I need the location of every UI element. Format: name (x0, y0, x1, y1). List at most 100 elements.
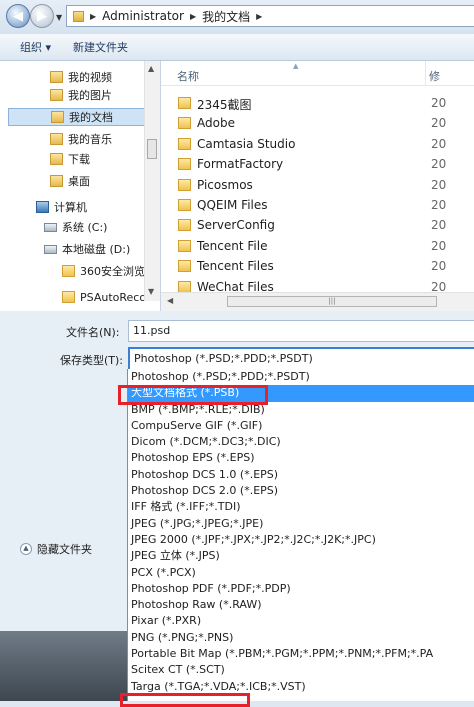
hide-folders-toggle[interactable]: ▲ 隐藏文件夹 (20, 541, 92, 557)
folder-icon (178, 178, 191, 191)
nav-item[interactable]: 我的音乐 (50, 130, 112, 148)
file-name: Tencent Files (197, 259, 274, 274)
scroll-thumb[interactable]: ||| (227, 296, 437, 307)
forward-button[interactable]: ▶ (30, 4, 54, 28)
nav-item[interactable]: PSAutoReco (62, 288, 146, 306)
save-type-option[interactable]: Scitex CT (*.SCT) (128, 662, 474, 678)
nav-item-label: 系统 (C:) (62, 221, 108, 234)
save-type-option[interactable]: PCX (*.PCX) (128, 565, 474, 581)
save-type-option[interactable]: Pixar (*.PXR) (128, 613, 474, 629)
column-modified[interactable]: 修 (429, 68, 440, 84)
save-type-option[interactable]: Photoshop DCS 1.0 (*.EPS) (128, 467, 474, 483)
nav-item[interactable]: 计算机 (36, 198, 87, 216)
folder-icon (178, 280, 191, 293)
folder-icon (178, 219, 191, 232)
highlight-box (120, 693, 250, 707)
new-folder-button[interactable]: 新建文件夹 (73, 39, 128, 55)
save-type-option[interactable]: JPEG 2000 (*.JPF;*.JPX;*.JP2;*.J2C;*.J2K… (128, 532, 474, 548)
save-type-option[interactable]: Photoshop DCS 2.0 (*.EPS) (128, 483, 474, 499)
save-type-dropdown[interactable]: Photoshop (*.PSD;*.PDD;*.PSDT) 大型文档格式 (*.… (127, 369, 474, 701)
nav-item-label: PSAutoReco (80, 290, 147, 304)
folder-icon (178, 239, 191, 252)
save-type-option[interactable]: Photoshop PDF (*.PDF;*.PDP) (128, 581, 474, 597)
save-type-option[interactable]: Photoshop Raw (*.RAW) (128, 597, 474, 613)
nav-item[interactable]: 下载 (50, 150, 90, 168)
nav-item[interactable]: 我的视频 (50, 68, 112, 86)
computer-icon (36, 201, 49, 213)
column-divider[interactable] (425, 61, 426, 85)
save-type-option[interactable]: JPEG 立体 (*.JPS) (128, 548, 474, 564)
save-type-option[interactable]: CompuServe GIF (*.GIF) (128, 418, 474, 434)
file-row[interactable]: Adobe 20 (161, 113, 474, 133)
column-name[interactable]: 名称 (177, 68, 199, 84)
save-type-option[interactable]: PNG (*.PNG;*.PNS) (128, 630, 474, 646)
file-row[interactable]: QQEIM Files 20 (161, 195, 474, 215)
file-row[interactable]: Camtasia Studio 20 (161, 134, 474, 154)
file-date: 20 (431, 238, 447, 253)
folder-icon (178, 260, 191, 273)
collapse-icon: ▲ (20, 543, 32, 555)
library-icon (50, 71, 63, 83)
nav-item[interactable]: 我的图片 (50, 86, 112, 104)
breadcrumb-item[interactable]: 我的文档 (202, 8, 250, 25)
file-date: 20 (431, 177, 447, 192)
address-bar: ◀ ▶ ▼ ▶ Administrator ▶ 我的文档 ▶ (0, 0, 474, 34)
file-row[interactable]: Picosmos 20 (161, 175, 474, 195)
back-button[interactable]: ◀ (6, 4, 30, 28)
file-hscrollbar[interactable]: ◀ ||| (161, 292, 474, 311)
file-date: 20 (431, 136, 447, 151)
organize-button[interactable]: 组织 ▾ (20, 39, 51, 55)
hide-folders-label: 隐藏文件夹 (37, 543, 92, 556)
folder-icon (62, 265, 75, 277)
nav-item[interactable]: 360安全浏览 (62, 262, 145, 280)
save-type-select[interactable]: Photoshop (*.PSD;*.PDD;*.PSDT) (128, 347, 474, 371)
save-type-option[interactable]: Photoshop (*.PSD;*.PDD;*.PSDT) (128, 369, 474, 385)
scroll-up-icon[interactable]: ▲ (148, 64, 154, 73)
file-date: 20 (431, 218, 447, 233)
file-row[interactable]: Tencent Files 20 (161, 256, 474, 276)
breadcrumb-item[interactable]: Administrator (102, 9, 184, 23)
nav-item-label: 我的音乐 (68, 133, 112, 146)
breadcrumb[interactable]: ▶ Administrator ▶ 我的文档 ▶ (66, 5, 474, 27)
save-type-option[interactable]: IFF 格式 (*.IFF;*.TDI) (128, 499, 474, 515)
library-icon (51, 111, 64, 123)
file-date: 20 (431, 198, 447, 212)
file-name: Tencent File (197, 238, 268, 253)
save-type-option[interactable]: Portable Bit Map (*.PBM;*.PGM;*.PPM;*.PN… (128, 646, 474, 662)
nav-item[interactable]: 本地磁盘 (D:) (44, 240, 130, 258)
file-date: 20 (431, 96, 447, 110)
nav-scrollbar[interactable]: ▲ ▼ (144, 61, 160, 301)
chevron-right-icon[interactable]: ▶ (256, 12, 262, 21)
file-date: 20 (431, 259, 447, 274)
save-type-option[interactable]: JPEG (*.JPG;*.JPEG;*.JPE) (128, 516, 474, 532)
library-icon (50, 133, 63, 145)
file-row[interactable]: Tencent File 20 (161, 236, 474, 256)
file-name: QQEIM Files (197, 198, 268, 212)
scroll-down-icon[interactable]: ▼ (148, 287, 154, 296)
save-type-label: 保存类型(T): (60, 354, 124, 367)
chevron-right-icon[interactable]: ▶ (90, 12, 96, 21)
file-row[interactable]: FormatFactory 20 (161, 154, 474, 174)
file-row[interactable]: ServerConfig 20 (161, 215, 474, 235)
filename-input[interactable]: 11.psd (128, 320, 474, 342)
nav-item-label: 我的文档 (69, 111, 113, 124)
highlight-box (118, 385, 268, 405)
save-type-option[interactable]: Dicom (*.DCM;*.DC3;*.DIC) (128, 434, 474, 450)
scroll-left-icon[interactable]: ◀ (167, 296, 173, 305)
file-row[interactable]: 2345截图 20 (161, 93, 474, 113)
scroll-thumb[interactable] (147, 139, 157, 159)
library-icon (50, 89, 63, 101)
column-header: ▲ 名称 修 (161, 61, 474, 86)
nav-item[interactable]: 系统 (C:) (44, 218, 107, 236)
chevron-right-icon[interactable]: ▶ (190, 12, 196, 21)
folder-icon (178, 117, 191, 130)
nav-item[interactable]: 桌面 (50, 172, 90, 190)
nav-item-label: 我的图片 (68, 89, 112, 102)
file-name: Adobe (197, 116, 235, 131)
arrow-right-icon: ▶ (37, 8, 47, 24)
history-dropdown-icon[interactable]: ▼ (56, 13, 62, 22)
nav-item[interactable]: 我的文档 (8, 108, 148, 126)
filename-label: 文件名(N): (66, 326, 120, 339)
background-strip (0, 631, 128, 701)
save-type-option[interactable]: Photoshop EPS (*.EPS) (128, 450, 474, 466)
